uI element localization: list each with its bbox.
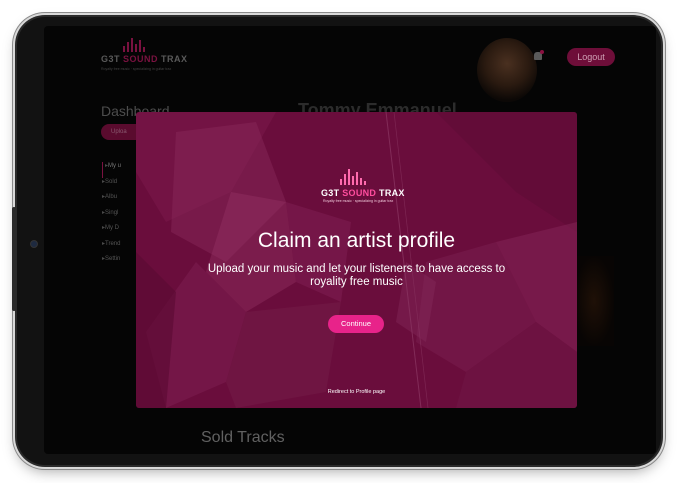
screen: G3T SOUND TRAX Royalty free music · spec… xyxy=(44,26,656,454)
sold-tracks-heading: Sold Tracks xyxy=(201,429,285,446)
artist-photo xyxy=(477,38,537,102)
modal-title: Claim an artist profile xyxy=(257,229,456,252)
app-logo: G3T SOUND TRAX Royalty free music · spec… xyxy=(101,38,187,78)
tablet-camera xyxy=(30,240,38,248)
app-logo-tagline: Royalty free music · specializing in gui… xyxy=(101,67,172,71)
tablet-side-button xyxy=(12,207,16,311)
logo-equalizer-icon xyxy=(123,38,181,52)
notification-dot xyxy=(540,50,544,54)
modal-description: Upload your music and let your listeners… xyxy=(207,263,506,288)
guitar-image xyxy=(574,256,614,346)
modal-logo-text: G3T SOUND TRAX xyxy=(321,188,405,198)
modal-logo-tagline: Royalty free music · specializing in gui… xyxy=(323,199,394,203)
logout-button[interactable]: Logout xyxy=(567,48,615,66)
claim-profile-modal: G3T SOUND TRAX Royalty free music · spec… xyxy=(136,112,577,408)
modal-logo: G3T SOUND TRAX Royalty free music · spec… xyxy=(321,169,404,203)
continue-button[interactable]: Continue xyxy=(328,315,384,333)
redirect-link[interactable]: Redirect to Profile page xyxy=(136,389,577,395)
tablet-frame: G3T SOUND TRAX Royalty free music · spec… xyxy=(12,17,661,465)
app-logo-text: G3T SOUND TRAX xyxy=(101,54,188,64)
modal-logo-equalizer-icon xyxy=(340,169,391,185)
modal-background-artwork xyxy=(136,112,577,408)
